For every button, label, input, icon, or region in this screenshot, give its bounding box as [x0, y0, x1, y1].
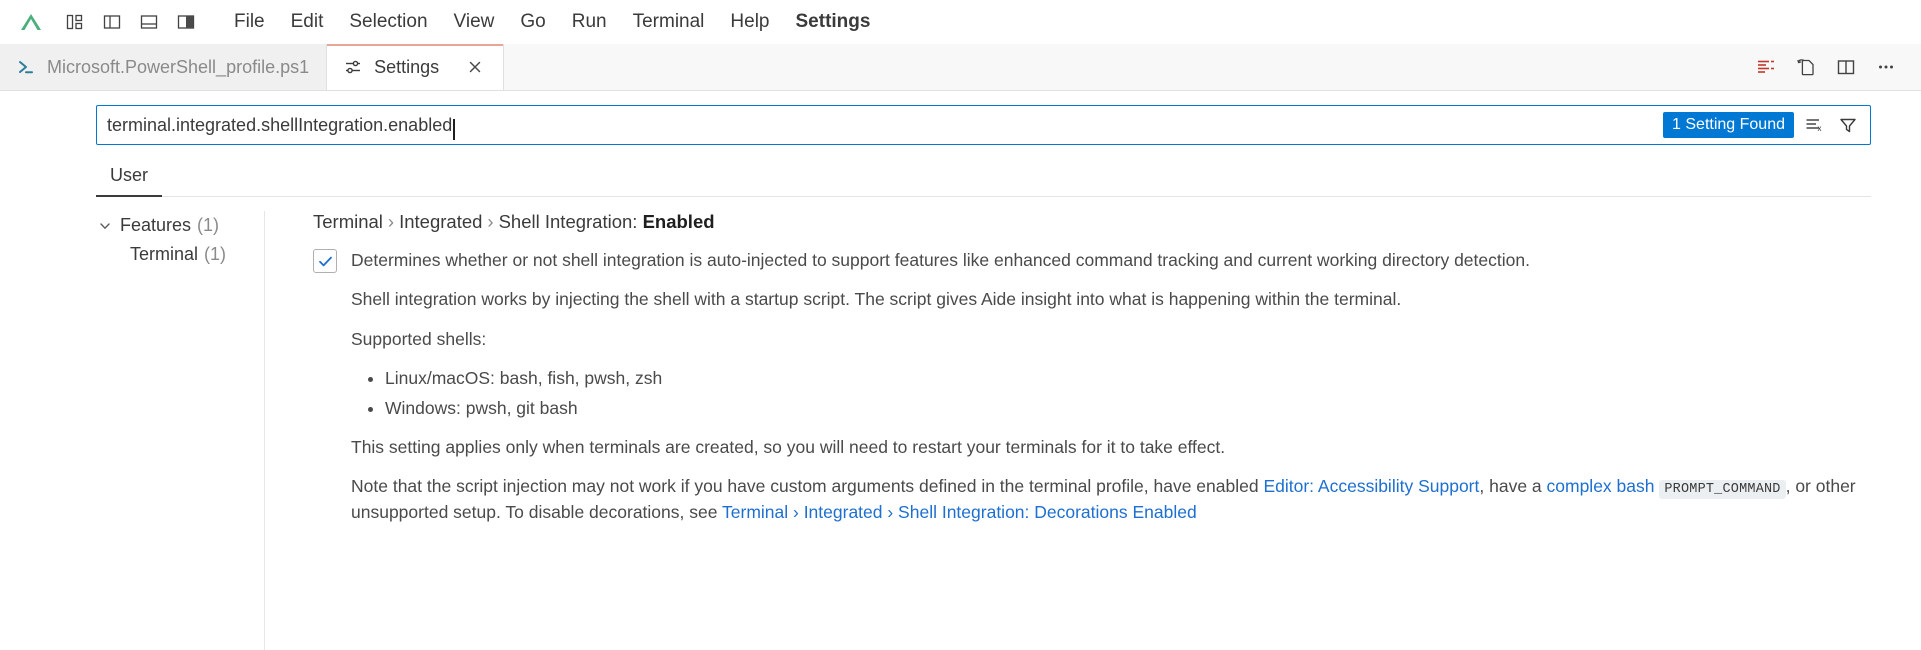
- description-paragraph-3: Supported shells:: [351, 328, 487, 349]
- editor-tab-bar: Microsoft.PowerShell_profile.ps1 Setting…: [0, 44, 1921, 91]
- settings-editor: terminal.integrated.shellIntegration.ena…: [0, 91, 1921, 650]
- tab-list: Microsoft.PowerShell_profile.ps1 Setting…: [0, 44, 505, 90]
- menu-file[interactable]: File: [221, 6, 278, 39]
- breadcrumb-separator: ›: [387, 211, 395, 232]
- description-note: Note that the script injection may not w…: [351, 474, 1861, 525]
- powershell-file-icon: [16, 57, 36, 77]
- breadcrumb-part-integrated: Integrated: [399, 211, 483, 232]
- breadcrumb-separator: ›: [487, 211, 494, 232]
- list-item: Linux/macOS: bash, fish, pwsh, zsh: [385, 366, 1861, 391]
- chevron-down-icon: [96, 217, 114, 235]
- menu-selection[interactable]: Selection: [336, 6, 440, 39]
- toc-item-label: Terminal: [130, 244, 199, 264]
- open-settings-json-icon[interactable]: [1749, 50, 1783, 84]
- tab-user-settings[interactable]: User: [96, 161, 163, 197]
- tab-label: Microsoft.PowerShell_profile.ps1: [47, 57, 310, 77]
- toc-item-label: Features: [120, 215, 192, 235]
- toc-item-terminal[interactable]: Terminal (1): [96, 240, 264, 269]
- title-bar: File Edit Selection View Go Run Terminal…: [0, 0, 1921, 44]
- ellipsis-icon[interactable]: [1869, 50, 1903, 84]
- note-text-a: Note that the script injection may not w…: [351, 476, 1264, 497]
- results-count-badge: 1 Setting Found: [1663, 111, 1794, 139]
- clear-filters-icon[interactable]: x: [1800, 111, 1828, 139]
- filter-funnel-icon[interactable]: [1834, 111, 1862, 139]
- menu-edit[interactable]: Edit: [278, 6, 337, 39]
- tab-settings[interactable]: Settings: [327, 44, 505, 90]
- search-input-value: terminal.integrated.shellIntegration.ena…: [107, 115, 453, 135]
- breadcrumb-leaf-enabled: Enabled: [642, 211, 715, 232]
- link-complex-bash[interactable]: complex bash: [1547, 476, 1655, 496]
- description-paragraph-2: Shell integration works by injecting the…: [351, 289, 1402, 310]
- tab-label: Settings: [374, 57, 440, 77]
- toc-item-features[interactable]: Features (1): [96, 211, 264, 240]
- menu-settings[interactable]: Settings: [783, 6, 884, 39]
- setting-breadcrumb-title: Terminal › Integrated › Shell Integration: E…: [313, 211, 1861, 233]
- editor-actions: [1749, 44, 1921, 90]
- svg-text:x: x: [1818, 124, 1822, 133]
- search-controls: 1 Setting Found x: [1663, 111, 1862, 139]
- customize-layout-icon[interactable]: [60, 7, 90, 37]
- close-icon[interactable]: [464, 56, 486, 78]
- link-shell-integration-decorations-enabled[interactable]: Terminal › Integrated › Shell Integratio…: [722, 502, 1197, 522]
- breadcrumb-part-shell-integration: Shell Integration:: [498, 211, 638, 232]
- split-editor-icon[interactable]: [1829, 50, 1863, 84]
- text-caret: [453, 118, 455, 140]
- note-text-b: , have a: [1479, 476, 1547, 497]
- menu-run[interactable]: Run: [559, 6, 620, 39]
- setting-row: Determines whether or not shell integrat…: [313, 247, 1861, 539]
- menu-bar: File Edit Selection View Go Run Terminal…: [221, 6, 883, 39]
- tab-bar-spacer: [504, 44, 1749, 90]
- toggle-panel-icon[interactable]: [134, 7, 164, 37]
- settings-list: Terminal › Integrated › Shell Integration: E…: [265, 211, 1921, 650]
- toc-item-count: (1): [204, 244, 227, 264]
- menu-go[interactable]: Go: [507, 6, 558, 39]
- breadcrumb-part-terminal: Terminal: [313, 211, 383, 232]
- aide-logo-icon: [14, 7, 48, 37]
- inline-code-prompt-command: PROMPT_COMMAND: [1659, 480, 1786, 500]
- description-paragraph-1: Determines whether or not shell integrat…: [351, 250, 1530, 270]
- shell-integration-enabled-checkbox[interactable]: [313, 249, 337, 273]
- description-paragraph-4: This setting applies only when terminals…: [351, 436, 1226, 457]
- layout-controls: [60, 7, 201, 37]
- menu-view[interactable]: View: [441, 6, 508, 39]
- toggle-secondary-sidebar-icon[interactable]: [171, 7, 201, 37]
- settings-split: Features (1) Terminal (1) Terminal › Integ…: [0, 197, 1921, 650]
- open-changes-icon[interactable]: [1789, 50, 1823, 84]
- toggle-primary-sidebar-icon[interactable]: [97, 7, 127, 37]
- settings-table-of-contents: Features (1) Terminal (1): [0, 211, 265, 650]
- menu-terminal[interactable]: Terminal: [620, 6, 718, 39]
- list-item: Windows: pwsh, git bash: [385, 396, 1861, 421]
- toc-item-count: (1): [197, 215, 220, 235]
- link-editor-accessibility-support[interactable]: Editor: Accessibility Support: [1263, 476, 1479, 496]
- setting-description: Determines whether or not shell integrat…: [351, 247, 1861, 539]
- tab-powershell-profile[interactable]: Microsoft.PowerShell_profile.ps1: [0, 44, 328, 90]
- menu-help[interactable]: Help: [717, 6, 782, 39]
- search-input[interactable]: terminal.integrated.shellIntegration.ena…: [96, 105, 1871, 145]
- supported-shells-list: Linux/macOS: bash, fish, pwsh, zsh Windo…: [351, 366, 1861, 421]
- settings-search-row: terminal.integrated.shellIntegration.ena…: [0, 91, 1921, 145]
- settings-scope-tabs: User: [96, 161, 1871, 197]
- settings-sliders-icon: [343, 57, 363, 77]
